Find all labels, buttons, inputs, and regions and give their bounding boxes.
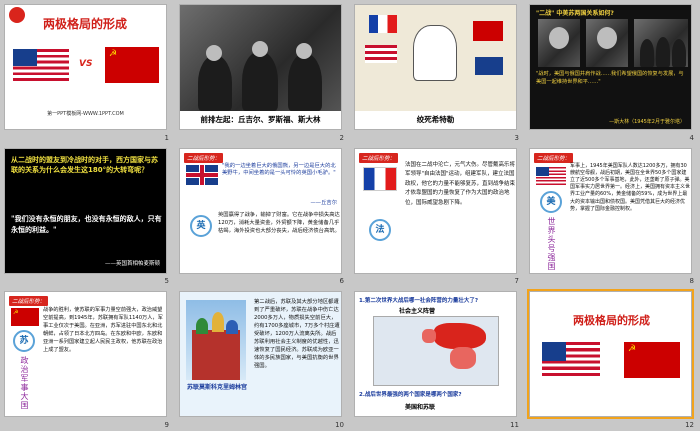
- uk-flag-icon: [186, 164, 218, 185]
- section-tag: 二战后形势：: [359, 152, 399, 163]
- slide-number: 12: [685, 420, 694, 429]
- soviet-flag-icon: ☭: [624, 342, 680, 379]
- country-badge: 苏: [13, 330, 35, 353]
- section-tag: 二战后形势：: [9, 296, 49, 307]
- slide-number: 7: [514, 277, 519, 286]
- slide-source: ——丘吉尔: [310, 199, 338, 206]
- santa-decoration-icon: [9, 7, 25, 23]
- slide-thumbnail-1[interactable]: 两极格局的形成 VS ☭ 第一PPT模板网-WWW.1PPT.COM 1: [0, 0, 175, 144]
- slide-thumbnail-2[interactable]: 前排左起：丘吉尔、罗斯福、斯大林 2: [175, 0, 350, 144]
- slide-quote: "我们没有永恒的朋友，也没有永恒的敌人，只有永恒的利益。": [11, 213, 162, 234]
- slide-caption: 绞死希特勒: [416, 115, 455, 124]
- slide-caption: 前排左起：丘吉尔、罗斯福、斯大林: [200, 115, 321, 124]
- country-badge: 法: [369, 218, 391, 241]
- us-flag-icon: [13, 49, 69, 81]
- portrait-photo: [538, 19, 580, 67]
- slide-title: 两极格局的形成: [573, 314, 650, 328]
- slide-thumbnail-4[interactable]: "二战" 中美苏两国关系如何? "战时，美国与俄国并肩作战……我们希望俄国的恢复…: [525, 0, 700, 144]
- slide-question-1: 1.第二次世界大战后哪一社会阵营的力量壮大了?: [359, 298, 479, 305]
- slide-body: 军事上，1945年美国军队人数达1200多万，拥有30艘航空母舰，战后初期，美国…: [570, 162, 691, 212]
- slide-source: —斯大林（1945年2月于雅尔塔）: [609, 119, 685, 125]
- kremlin-photo: [186, 300, 246, 381]
- slide-body: 战争的胜利，使苏联的军事力量空前强大，政治威望空前提高，到1945年，苏联拥有军…: [43, 307, 163, 354]
- slide-number: 11: [510, 420, 519, 429]
- slide-number: 2: [339, 133, 344, 142]
- cartoon-image: [355, 5, 516, 111]
- slide-number: 6: [339, 277, 344, 286]
- soviet-flag-icon: ☭: [11, 308, 39, 327]
- country-badge: 美: [540, 190, 562, 213]
- slide-thumbnail-10[interactable]: 苏联莫斯科克里姆林宫 第二战后，苏联及其大部分地区都遭到了严重破坏，苏联在战争中…: [175, 287, 350, 431]
- slide-thumbnail-6[interactable]: 二战后形势： "我的一边坐着巨大的俄国熊，另一边是巨大的北美野牛，中间坐着的是一…: [175, 144, 350, 288]
- slide-caption: 苏联莫斯科克里姆林宫: [186, 384, 247, 392]
- slide-thumbnail-7[interactable]: 二战后形势： 法 法国在二战中沦亡，元气大伤。尽管戴高乐将军领导"自由法国"运动…: [350, 144, 525, 288]
- slide-heading: "二战" 中美苏两国关系如何?: [536, 10, 614, 17]
- country-badge: 英: [190, 214, 212, 237]
- world-map: [373, 316, 499, 387]
- slide-vertical-label: 世界头号强国: [547, 216, 556, 271]
- slide-number: 3: [514, 133, 519, 142]
- slide-body: 第二战后，苏联及其大部分地区都遭到了严重破坏，苏联在战争中伤亡达2000多万人，…: [254, 299, 340, 370]
- france-flag-icon: [363, 166, 397, 191]
- yalta-photo: [180, 5, 341, 111]
- slide-quote: "战时，美国与俄国并肩作战……我们希望俄国的恢复与发展，与美国一起维持世界和平……: [536, 71, 684, 85]
- slide-vertical-label: 政治军事大国: [20, 356, 29, 411]
- us-flag-icon: [536, 166, 566, 185]
- slide-body: 法国在二战中沦亡，元气大伤。尽管戴高乐将军领导"自由法国"运动，组建军队，建立法…: [405, 161, 516, 206]
- slide-thumbnail-11[interactable]: 1.第二次世界大战后哪一社会阵营的力量壮大了? 社会主义阵营 2.战后世界最强的…: [350, 287, 525, 431]
- slide-source: ——英国首相帕麦斯顿: [104, 260, 160, 267]
- slide-number: 10: [335, 420, 344, 429]
- section-tag: 二战后形势：: [534, 152, 574, 163]
- slide-number: 1: [164, 133, 169, 142]
- us-flag-icon: [542, 342, 600, 377]
- slide-thumbnail-3[interactable]: 绞死希特勒 3: [350, 0, 525, 144]
- yalta-photo: [634, 19, 688, 67]
- section-tag: 二战后形势：: [184, 152, 224, 163]
- slide-body: 英国赢得了战争，输掉了财富。它在战争中损失高达120万，消耗大量资金，外贸额下降…: [218, 211, 340, 234]
- soviet-flag-icon: ☭: [105, 47, 159, 83]
- vs-label: VS: [79, 59, 93, 69]
- slide-answer-2: 美国和苏联: [405, 404, 436, 412]
- slide-footer: 第一PPT模板网-WWW.1PPT.COM: [47, 111, 124, 117]
- slide-thumbnail-12[interactable]: 两极格局的形成 ☭ 12: [525, 287, 700, 431]
- slide-thumbnail-8[interactable]: 二战后形势： 美 世界头号强国 军事上，1945年美国军队人数达1200多万，拥…: [525, 144, 700, 288]
- slide-sorter-grid: 两极格局的形成 VS ☭ 第一PPT模板网-WWW.1PPT.COM 1 前排左…: [0, 0, 700, 431]
- slide-question-2: 2.战后世界最强的两个国家是哪两个国家?: [359, 392, 462, 399]
- portrait-photo: [586, 19, 628, 67]
- slide-answer-1: 社会主义阵营: [399, 308, 436, 316]
- slide-number: 9: [164, 420, 169, 429]
- slide-number: 5: [164, 277, 169, 286]
- slide-number: 8: [689, 277, 694, 286]
- slide-thumbnail-5[interactable]: 从二战时的盟友到冷战时的对手，西方国家与苏联的关系为什么会发生这180°的大转弯…: [0, 144, 175, 288]
- slide-thumbnail-9[interactable]: 二战后形势： ☭ 苏 政治军事大国 战争的胜利，使苏联的军事力量空前强大，政治威…: [0, 287, 175, 431]
- slide-quote: "我的一边坐着巨大的俄国熊，另一边是巨大的北美野牛，中间坐着的是一头可怜的英国小…: [222, 162, 336, 177]
- slide-number: 4: [689, 133, 694, 142]
- slide-question: 从二战时的盟友到冷战时的对手，西方国家与苏联的关系为什么会发生这180°的大转弯…: [11, 155, 158, 174]
- slide-title: 两极格局的形成: [42, 17, 127, 31]
